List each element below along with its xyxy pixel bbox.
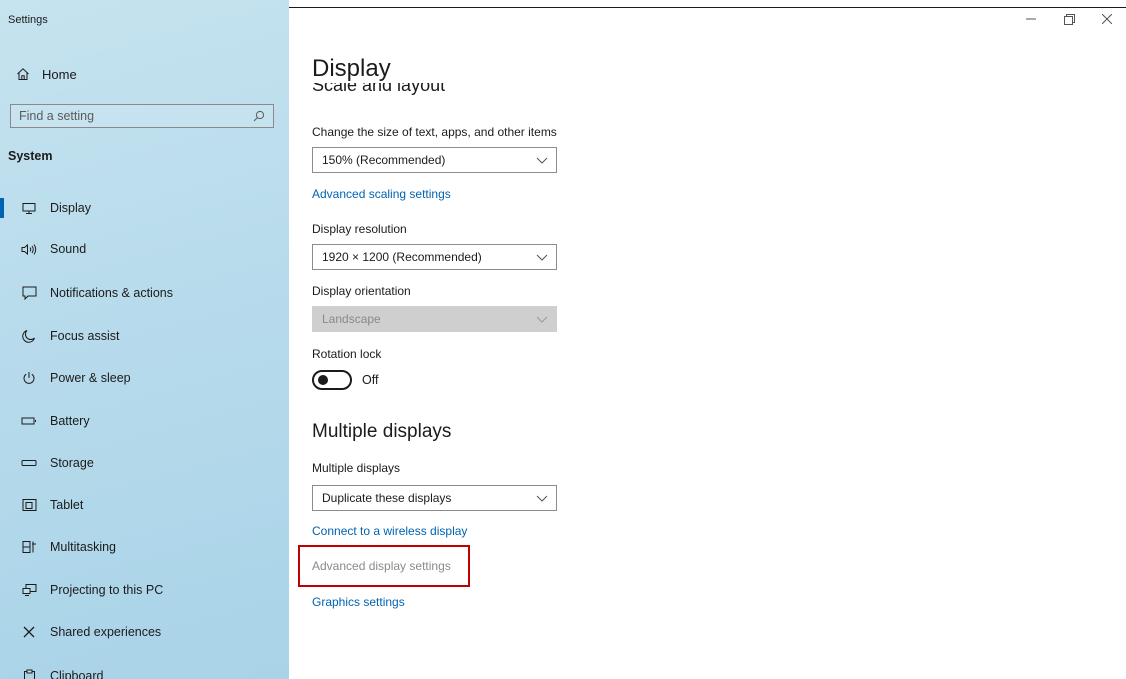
sidebar-item-label: Notifications & actions bbox=[50, 286, 173, 300]
minimize-icon bbox=[1026, 14, 1036, 24]
projecting-icon bbox=[18, 583, 40, 597]
sidebar-item-clipboard[interactable]: Clipboard bbox=[0, 661, 289, 679]
sidebar-item-label: Tablet bbox=[50, 498, 84, 512]
multiple-displays-dropdown[interactable]: Duplicate these displays bbox=[312, 485, 557, 511]
chevron-down-icon bbox=[536, 316, 548, 323]
multiple-displays-heading: Multiple displays bbox=[312, 421, 452, 442]
sidebar-item-display[interactable]: Display bbox=[0, 193, 289, 223]
power-icon bbox=[18, 371, 40, 385]
orientation-label: Display orientation bbox=[312, 284, 411, 298]
sidebar-item-shared-experiences[interactable]: Shared experiences bbox=[0, 617, 289, 647]
tablet-icon bbox=[18, 498, 40, 512]
settings-window: Settings Home Find a setting System Disp… bbox=[0, 0, 1126, 679]
orientation-dropdown: Landscape bbox=[312, 306, 557, 332]
multiple-displays-value: Duplicate these displays bbox=[322, 491, 452, 505]
sidebar-item-label: Sound bbox=[50, 242, 87, 256]
chevron-down-icon bbox=[536, 495, 548, 502]
restore-button[interactable] bbox=[1050, 8, 1088, 30]
resolution-value: 1920 × 1200 (Recommended) bbox=[322, 250, 482, 264]
toggle-knob bbox=[318, 375, 328, 385]
sidebar-item-projecting[interactable]: Projecting to this PC bbox=[0, 575, 289, 605]
restore-icon bbox=[1063, 13, 1075, 25]
scale-layout-heading: Scale and layout bbox=[312, 83, 446, 95]
battery-icon bbox=[18, 416, 40, 426]
scale-dropdown[interactable]: 150% (Recommended) bbox=[312, 147, 557, 173]
sidebar-item-label: Multitasking bbox=[50, 540, 116, 554]
window-controls bbox=[1012, 8, 1126, 30]
sidebar-item-tablet[interactable]: Tablet bbox=[0, 490, 289, 520]
storage-icon bbox=[18, 459, 40, 467]
rotation-lock-state: Off bbox=[362, 373, 379, 387]
sidebar-item-sound[interactable]: Sound bbox=[0, 234, 289, 264]
wireless-display-link[interactable]: Connect to a wireless display bbox=[312, 524, 467, 538]
speaker-icon bbox=[18, 243, 40, 256]
home-icon bbox=[16, 67, 30, 81]
sidebar-item-label: Clipboard bbox=[50, 669, 104, 679]
rotation-lock-toggle[interactable] bbox=[312, 370, 352, 390]
sidebar-item-multitasking[interactable]: Multitasking bbox=[0, 532, 289, 562]
search-placeholder: Find a setting bbox=[19, 109, 95, 123]
sidebar-item-label: Display bbox=[50, 201, 91, 215]
moon-icon bbox=[18, 329, 40, 343]
shared-experiences-icon bbox=[18, 625, 40, 639]
sidebar-item-label: Power & sleep bbox=[50, 371, 131, 385]
highlight-box bbox=[298, 545, 470, 587]
resolution-label: Display resolution bbox=[312, 222, 407, 236]
scale-value: 150% (Recommended) bbox=[322, 153, 446, 167]
sidebar-item-label: Focus assist bbox=[50, 329, 120, 343]
home-label: Home bbox=[42, 66, 77, 82]
minimize-button[interactable] bbox=[1012, 8, 1050, 30]
close-button[interactable] bbox=[1088, 8, 1126, 30]
sidebar-item-storage[interactable]: Storage bbox=[0, 448, 289, 478]
graphics-settings-link[interactable]: Graphics settings bbox=[312, 595, 405, 609]
sidebar-item-label: Shared experiences bbox=[50, 625, 162, 639]
close-icon bbox=[1102, 14, 1112, 24]
multiple-displays-label: Multiple displays bbox=[312, 461, 401, 475]
search-input[interactable]: Find a setting bbox=[10, 104, 274, 128]
rotation-lock-label: Rotation lock bbox=[312, 347, 382, 361]
sidebar-item-notifications[interactable]: Notifications & actions bbox=[0, 278, 289, 308]
search-icon bbox=[253, 110, 265, 122]
sidebar-item-power-sleep[interactable]: Power & sleep bbox=[0, 363, 289, 393]
rotation-lock-toggle-row: Off bbox=[312, 370, 378, 390]
sidebar: Settings Home Find a setting System Disp… bbox=[0, 0, 289, 679]
advanced-scaling-link[interactable]: Advanced scaling settings bbox=[312, 187, 451, 201]
chevron-down-icon bbox=[536, 254, 548, 261]
top-divider bbox=[289, 7, 1126, 8]
orientation-value: Landscape bbox=[322, 312, 381, 326]
resolution-dropdown[interactable]: 1920 × 1200 (Recommended) bbox=[312, 244, 557, 270]
clipboard-icon bbox=[18, 669, 40, 679]
chevron-down-icon bbox=[536, 157, 548, 164]
scale-label: Change the size of text, apps, and other… bbox=[312, 125, 557, 139]
sidebar-item-label: Battery bbox=[50, 414, 90, 428]
home-nav-item[interactable]: Home bbox=[16, 64, 77, 84]
sidebar-item-focus-assist[interactable]: Focus assist bbox=[0, 321, 289, 351]
page-title: Display bbox=[312, 55, 391, 82]
sidebar-item-battery[interactable]: Battery bbox=[0, 406, 289, 436]
notification-icon bbox=[18, 286, 40, 300]
section-title-system: System bbox=[8, 149, 53, 163]
monitor-icon bbox=[18, 202, 40, 215]
sidebar-item-label: Storage bbox=[50, 456, 94, 470]
sidebar-item-label: Projecting to this PC bbox=[50, 583, 164, 597]
app-title: Settings bbox=[8, 14, 48, 26]
multitasking-icon bbox=[18, 540, 40, 554]
